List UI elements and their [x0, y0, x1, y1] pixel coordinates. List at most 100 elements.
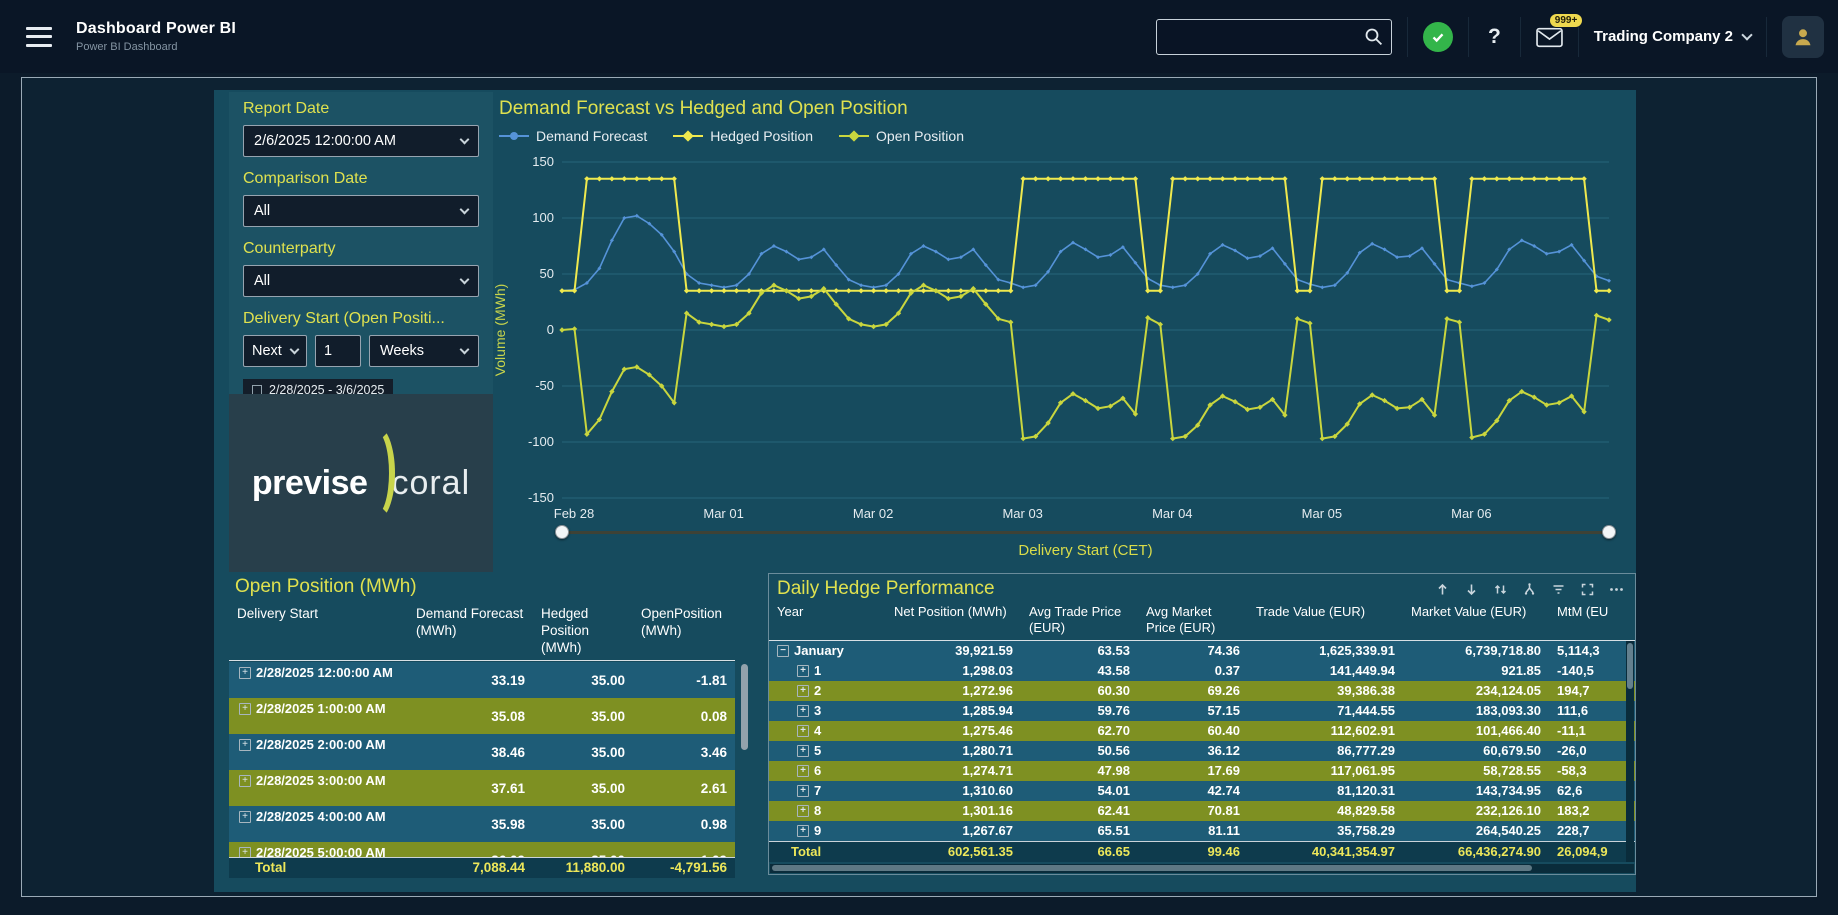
column-header[interactable]: MtM (EU [1549, 602, 1637, 622]
focus-mode-icon[interactable] [1579, 581, 1596, 598]
success-check-icon[interactable] [1423, 22, 1453, 52]
mail-icon[interactable]: 999+ [1536, 21, 1563, 53]
table-row[interactable]: +2/28/2025 3:00:00 AM37.6135.002.61 [229, 770, 735, 806]
expand-icon[interactable]: + [239, 703, 251, 715]
expand-icon[interactable]: + [797, 805, 809, 817]
notification-badge: 999+ [1549, 13, 1584, 28]
table-row[interactable]: +91,267.6765.5181.1135,758.29264,540.252… [769, 821, 1635, 841]
expand-icon[interactable]: + [239, 775, 251, 787]
table-row[interactable]: +61,274.7147.9817.69117,061.9558,728.55-… [769, 761, 1635, 781]
value-cell: 1,625,339.91 [1248, 641, 1403, 661]
table-row[interactable]: +41,275.4662.7060.40112,602.91101,466.40… [769, 721, 1635, 741]
expand-icon[interactable]: + [239, 739, 251, 751]
column-header[interactable]: Avg Trade Price (EUR) [1021, 602, 1138, 638]
report-date-dropdown[interactable]: 2/6/2025 12:00:00 AM [243, 125, 479, 157]
vertical-scrollbar-thumb[interactable] [741, 664, 748, 750]
table-row[interactable]: −January39,921.5963.5374.361,625,339.916… [769, 641, 1635, 661]
delivery-start-cell: 2/28/2025 1:00:00 AM [256, 701, 386, 717]
arrow-down-icon[interactable] [1463, 581, 1480, 598]
table-row[interactable]: +2/28/2025 12:00:00 AM33.1935.00-1.81 [229, 662, 735, 698]
filter-icon[interactable] [1550, 581, 1567, 598]
expand-icon[interactable]: + [239, 847, 251, 857]
expand-icon[interactable]: + [797, 685, 809, 697]
menu-icon[interactable] [26, 27, 52, 47]
line-diamond-marker-icon [673, 130, 703, 142]
expand-icon[interactable]: + [797, 765, 809, 777]
expand-icon[interactable]: − [777, 645, 789, 657]
table-row[interactable]: +51,280.7150.5636.1286,777.2960,679.50-2… [769, 741, 1635, 761]
table-row[interactable]: +81,301.1662.4170.8148,829.58232,126.101… [769, 801, 1635, 821]
range-slider-right-handle[interactable] [1602, 525, 1616, 539]
expand-icon[interactable]: + [797, 785, 809, 797]
search-icon[interactable] [1364, 27, 1383, 46]
value-cell: 35.00 [533, 817, 633, 832]
counterparty-label: Counterparty [243, 240, 479, 258]
column-header[interactable]: Trade Value (EUR) [1248, 602, 1403, 622]
value-cell: 1,298.03 [886, 661, 1021, 681]
column-header[interactable]: Net Position (MWh) [886, 602, 1021, 622]
vertical-scrollbar-thumb[interactable] [1627, 643, 1633, 689]
drill-down-icon[interactable] [1521, 581, 1538, 598]
user-avatar[interactable] [1782, 16, 1824, 58]
total-value-cell: 40,341,354.97 [1248, 842, 1403, 862]
line-diamond-marker-icon [839, 130, 869, 142]
relative-range-unit-dropdown[interactable]: Weeks [369, 335, 479, 367]
horizontal-scrollbar[interactable] [770, 864, 1634, 873]
table-row[interactable]: +21,272.9660.3069.2639,386.38234,124.051… [769, 681, 1635, 701]
value-cell: 1,274.71 [886, 761, 1021, 781]
table-row[interactable]: +2/28/2025 4:00:00 AM35.9835.000.98 [229, 806, 735, 842]
company-selector[interactable]: Trading Company 2 [1594, 28, 1751, 45]
row-label: 1 [814, 661, 821, 681]
chart-title: Demand Forecast vs Hedged and Open Posit… [499, 98, 908, 120]
value-cell: 264,540.25 [1403, 821, 1549, 841]
column-header[interactable]: OpenPosition (MWh) [633, 602, 735, 642]
relative-range-amount-input[interactable] [315, 335, 361, 367]
expand-icon[interactable]: + [797, 665, 809, 677]
counterparty-dropdown[interactable]: All [243, 265, 479, 297]
expand-icon[interactable]: + [239, 667, 251, 679]
value-cell: 39,921.59 [886, 641, 1021, 661]
app-subtitle: Power BI Dashboard [76, 41, 236, 53]
expand-icon[interactable]: + [797, 745, 809, 757]
legend-item[interactable]: Demand Forecast [499, 128, 647, 144]
expand-icon[interactable]: + [797, 725, 809, 737]
value-cell: 47.98 [1021, 761, 1138, 781]
column-header[interactable]: Delivery Start [229, 602, 408, 625]
volume-chart[interactable]: 150100500-50-100-150Feb 28Mar 01Mar 02Ma… [514, 148, 1619, 526]
arrow-up-icon[interactable] [1434, 581, 1451, 598]
value-cell: 921.85 [1403, 661, 1549, 681]
expand-icon[interactable]: + [797, 705, 809, 717]
help-icon[interactable]: ? [1484, 25, 1505, 49]
table-row[interactable]: +71,310.6054.0142.7481,120.31143,734.956… [769, 781, 1635, 801]
table-row[interactable]: +31,285.9459.7657.1571,444.55183,093.301… [769, 701, 1635, 721]
search-box [1156, 19, 1392, 55]
value-cell: 0.98 [633, 817, 735, 832]
relative-range-unit-value: Weeks [380, 343, 424, 359]
comparison-date-dropdown[interactable]: All [243, 195, 479, 227]
horizontal-scrollbar-thumb[interactable] [772, 865, 1532, 871]
search-input[interactable] [1157, 29, 1364, 45]
table-row[interactable]: +2/28/2025 2:00:00 AM38.4635.003.46 [229, 734, 735, 770]
range-slider-left-handle[interactable] [555, 525, 569, 539]
table-row[interactable]: +11,298.0343.580.37141,449.94921.85-140,… [769, 661, 1635, 681]
total-value-cell: 602,561.35 [886, 842, 1021, 862]
column-header[interactable]: Demand Forecast (MWh) [408, 602, 533, 642]
table-row[interactable]: +2/28/2025 5:00:00 AM36.0935.001.09 [229, 842, 735, 857]
value-cell: 62.70 [1021, 721, 1138, 741]
column-header[interactable]: Market Value (EUR) [1403, 602, 1549, 622]
range-slider-track[interactable] [562, 531, 1609, 534]
expand-icon[interactable]: + [797, 825, 809, 837]
y-axis-title: Volume (MWh) [492, 250, 512, 410]
table-row[interactable]: +2/28/2025 1:00:00 AM35.0835.000.08 [229, 698, 735, 734]
legend-item[interactable]: Open Position [839, 128, 964, 144]
column-header[interactable]: Hedged Position (MWh) [533, 602, 633, 659]
expand-icon[interactable]: + [239, 811, 251, 823]
column-header[interactable]: Year [769, 602, 886, 622]
relative-range-direction-dropdown[interactable]: Next [243, 335, 307, 367]
column-header[interactable]: Avg Market Price (EUR) [1138, 602, 1248, 638]
value-cell: 57.15 [1138, 701, 1248, 721]
vertical-scrollbar[interactable] [1626, 641, 1634, 862]
legend-item[interactable]: Hedged Position [673, 128, 813, 144]
sort-icon[interactable] [1492, 581, 1509, 598]
more-options-icon[interactable] [1608, 581, 1625, 598]
